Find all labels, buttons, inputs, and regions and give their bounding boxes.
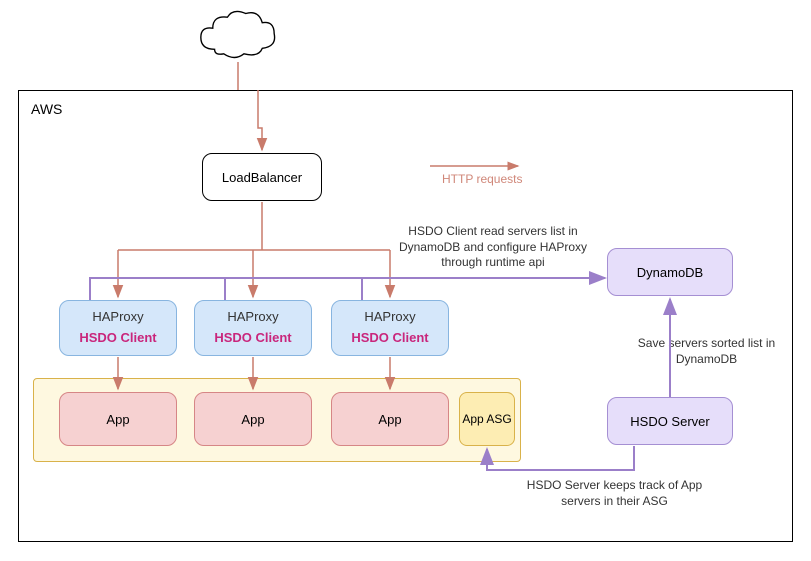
hsdo-client-label: HSDO Client — [195, 330, 311, 345]
aws-label: AWS — [31, 101, 62, 117]
app-asg-label: App ASG — [462, 412, 511, 426]
haproxy-label: HAProxy — [60, 309, 176, 324]
dynamodb-box: DynamoDB — [607, 248, 733, 296]
haproxy-label: HAProxy — [332, 309, 448, 324]
app-asg-box: App ASG — [459, 392, 515, 446]
app-label: App — [106, 412, 129, 427]
hsdo-client-label: HSDO Client — [60, 330, 176, 345]
app-box-2: App — [194, 392, 312, 446]
hsdo-server-box: HSDO Server — [607, 397, 733, 445]
annotation-save-servers: Save servers sorted list in DynamoDB — [624, 336, 789, 367]
annotation-client-read: HSDO Client read servers list in DynamoD… — [398, 224, 588, 271]
haproxy-box-1: HAProxy HSDO Client — [59, 300, 177, 356]
hsdo-server-label: HSDO Server — [630, 414, 709, 429]
haproxy-box-2: HAProxy HSDO Client — [194, 300, 312, 356]
legend-label: HTTP requests — [442, 172, 522, 186]
loadbalancer-label: LoadBalancer — [222, 170, 302, 185]
app-label: App — [378, 412, 401, 427]
dynamodb-label: DynamoDB — [637, 265, 703, 280]
app-box-3: App — [331, 392, 449, 446]
app-box-1: App — [59, 392, 177, 446]
haproxy-label: HAProxy — [195, 309, 311, 324]
app-label: App — [241, 412, 264, 427]
loadbalancer-box: LoadBalancer — [202, 153, 322, 201]
haproxy-box-3: HAProxy HSDO Client — [331, 300, 449, 356]
cloud-icon — [195, 8, 280, 63]
annotation-hsdo-server: HSDO Server keeps track of App servers i… — [522, 478, 707, 509]
hsdo-client-label: HSDO Client — [332, 330, 448, 345]
